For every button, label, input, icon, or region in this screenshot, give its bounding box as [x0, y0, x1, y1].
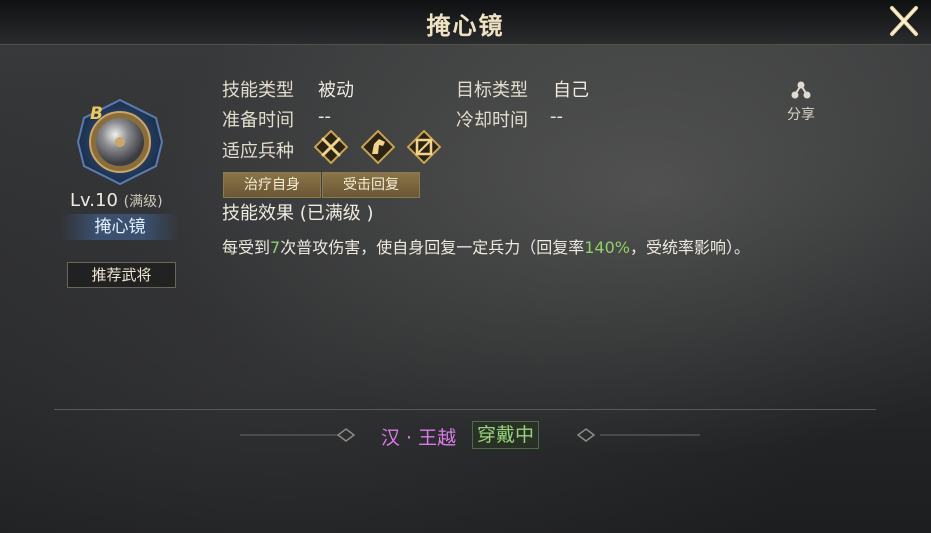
grade-badge: B — [90, 104, 103, 124]
cooldown-value: -- — [550, 106, 563, 127]
share-label: 分享 — [787, 107, 815, 123]
archer-icon — [406, 129, 442, 165]
wearer-name: 汉 · 王越 — [381, 427, 457, 449]
effect-text-3: ，受统率影响）。 — [629, 238, 750, 257]
equipment-level: Lv.10 (满级) — [70, 190, 163, 211]
effect-recovery-rate: 140% — [584, 238, 630, 257]
footer-ornament — [240, 428, 700, 442]
effect-description: 每受到7次普攻伤害，使自身回复一定兵力（回复率140%，受统率影响）。 — [222, 234, 750, 258]
skill-type-label: 技能类型 — [222, 80, 294, 101]
target-type-label: 目标类型 — [456, 80, 528, 101]
target-type-value: 自己 — [553, 80, 589, 101]
effect-title: 技能效果 (已满级 ) — [222, 203, 374, 224]
equipment-name: 掩心镜 — [60, 214, 180, 240]
prep-time-value: -- — [318, 106, 331, 127]
divider — [54, 409, 876, 410]
infantry-icon — [313, 129, 349, 165]
effect-text-2: 次普攻伤害，使自身回复一定兵力（回复率 — [280, 238, 585, 257]
window-title: 掩心镜 — [426, 12, 505, 40]
close-icon — [890, 6, 918, 36]
recommend-generals-button[interactable]: 推荐武将 — [67, 262, 176, 288]
level-note: (满级) — [123, 194, 163, 210]
prep-time-label: 准备时间 — [222, 110, 294, 131]
level-value: Lv.10 — [70, 190, 118, 211]
cooldown-label: 冷却时间 — [456, 110, 528, 131]
tag-heal-self: 治疗自身 — [223, 172, 321, 198]
cavalry-icon — [360, 129, 396, 165]
wearing-status-badge: 穿戴中 — [472, 421, 540, 449]
effect-hit-count: 7 — [270, 238, 281, 257]
close-button[interactable] — [884, 4, 924, 38]
tag-hit-recovery: 受击回复 — [322, 172, 420, 198]
troop-type-label: 适应兵种 — [222, 141, 294, 162]
share-button[interactable]: 分享 — [780, 80, 822, 124]
effect-text-1: 每受到 — [222, 238, 271, 257]
skill-type-value: 被动 — [318, 80, 354, 101]
share-icon — [791, 81, 811, 99]
